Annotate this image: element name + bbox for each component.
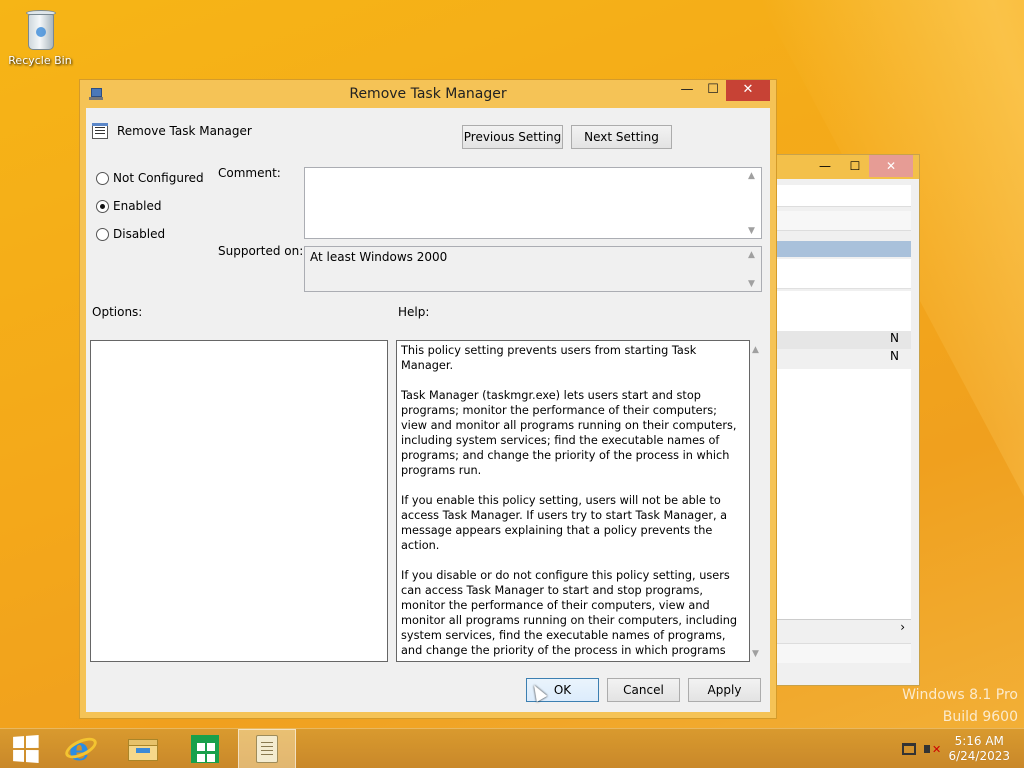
supported-on-field: At least Windows 2000 ▲ ▼: [304, 246, 762, 292]
dialog-client-area: Remove Task Manager Previous Setting Nex…: [86, 108, 770, 712]
supported-on-value: At least Windows 2000: [310, 250, 448, 264]
comment-scrollbar[interactable]: ▲ ▼: [747, 168, 759, 238]
comment-field[interactable]: ▲ ▼: [304, 167, 762, 239]
bg-statusbar: [777, 643, 911, 663]
bg-row[interactable]: [777, 291, 911, 331]
bg-minimize-button[interactable]: —: [811, 155, 839, 177]
comment-label: Comment:: [218, 166, 281, 180]
windows-logo-icon: [13, 735, 39, 763]
recycle-bin-label: Recycle Bin: [8, 54, 72, 67]
help-scrollbar[interactable]: ▲ ▼: [750, 340, 764, 662]
scroll-up-icon[interactable]: ▲: [748, 250, 755, 260]
watermark-edition: Windows 8.1 Pro: [902, 687, 1018, 703]
background-window-titlebar[interactable]: — ☐ ✕: [777, 155, 919, 179]
options-label: Options:: [92, 305, 143, 319]
previous-setting-button[interactable]: Previous Setting: [462, 125, 563, 149]
radio-circle[interactable]: [96, 171, 109, 185]
help-paragraph: If you disable or do not configure this …: [401, 569, 738, 661]
muted-x-icon: ✕: [932, 743, 942, 756]
policy-header: Remove Task Manager: [92, 123, 252, 139]
bg-selected-row[interactable]: [777, 241, 911, 257]
bg-hscrollbar[interactable]: ›: [777, 619, 911, 635]
bg-row-value: N: [890, 349, 899, 363]
help-panel[interactable]: This policy setting prevents users from …: [396, 340, 750, 662]
supported-on-label: Supported on:: [218, 244, 304, 258]
policy-setting-icon: [92, 123, 108, 139]
scroll-up-icon[interactable]: ▲: [752, 345, 759, 355]
taskbar-store[interactable]: [176, 729, 234, 768]
bg-row[interactable]: [777, 259, 911, 289]
options-panel[interactable]: [90, 340, 388, 662]
radio-not-configured[interactable]: Not Configured: [96, 171, 204, 185]
bg-maximize-button[interactable]: ☐: [841, 155, 869, 177]
scroll-right-icon[interactable]: ›: [900, 620, 905, 634]
cancel-button[interactable]: Cancel: [607, 678, 680, 702]
clock-date: 6/24/2023: [948, 749, 1010, 763]
group-policy-editor-icon: [256, 735, 278, 763]
radio-enabled[interactable]: Enabled: [96, 199, 162, 213]
scroll-up-icon[interactable]: ▲: [748, 171, 755, 181]
bg-list-area: [777, 369, 911, 619]
store-icon: [191, 735, 219, 763]
bg-row-value: N: [890, 331, 899, 345]
next-setting-button[interactable]: Next Setting: [571, 125, 672, 149]
maximize-button[interactable]: ☐: [700, 80, 726, 101]
background-window[interactable]: — ☐ ✕ N N ›: [776, 154, 920, 686]
taskbar: e ✕ 5:16 AM 6/24/2023: [0, 728, 1024, 768]
help-paragraph: Task Manager (taskmgr.exe) lets users st…: [401, 389, 737, 477]
network-icon[interactable]: [902, 743, 916, 755]
internet-explorer-icon: e: [62, 730, 100, 768]
policy-dialog[interactable]: Remove Task Manager — ☐ ✕ Remove Task Ma…: [79, 79, 777, 719]
volume-muted-icon[interactable]: ✕: [924, 741, 942, 757]
radio-label[interactable]: Not Configured: [113, 171, 204, 185]
minimize-button[interactable]: —: [674, 80, 700, 101]
supported-scrollbar[interactable]: ▲ ▼: [747, 247, 759, 291]
radio-label[interactable]: Disabled: [113, 227, 165, 241]
radio-disabled[interactable]: Disabled: [96, 227, 165, 241]
help-label: Help:: [398, 305, 430, 319]
bg-list-row[interactable]: N: [777, 331, 911, 349]
radio-circle[interactable]: [96, 227, 109, 241]
dialog-titlebar[interactable]: Remove Task Manager — ☐ ✕: [80, 80, 776, 108]
policy-name: Remove Task Manager: [117, 124, 252, 138]
taskbar-group-policy-editor[interactable]: [238, 729, 296, 768]
file-explorer-icon: [128, 737, 158, 761]
bg-header: [777, 211, 911, 231]
clock-time: 5:16 AM: [954, 734, 1004, 748]
scroll-down-icon[interactable]: ▼: [748, 226, 755, 236]
radio-circle-checked[interactable]: [96, 199, 109, 213]
recycle-bin-icon: [24, 8, 56, 52]
watermark-build: Build 9600: [942, 709, 1018, 725]
taskbar-internet-explorer[interactable]: e: [52, 729, 110, 768]
dialog-title: Remove Task Manager: [349, 86, 507, 102]
help-paragraph: If you enable this policy setting, users…: [401, 494, 728, 552]
help-paragraph: This policy setting prevents users from …: [401, 344, 697, 372]
windows-watermark: Windows 8.1 Pro Build 9600: [902, 684, 1018, 728]
taskbar-clock[interactable]: 5:16 AM 6/24/2023: [948, 734, 1010, 764]
scroll-down-icon[interactable]: ▼: [752, 649, 759, 659]
close-button[interactable]: ✕: [726, 80, 770, 101]
bg-list-row[interactable]: N: [777, 349, 911, 367]
bg-close-button[interactable]: ✕: [869, 155, 913, 177]
taskbar-file-explorer[interactable]: [114, 729, 172, 768]
recycle-bin[interactable]: Recycle Bin: [6, 6, 74, 67]
radio-label[interactable]: Enabled: [113, 199, 162, 213]
start-button[interactable]: [0, 729, 50, 768]
apply-button[interactable]: Apply: [688, 678, 761, 702]
bg-toolbar: [777, 185, 911, 207]
scroll-down-icon[interactable]: ▼: [748, 279, 755, 289]
